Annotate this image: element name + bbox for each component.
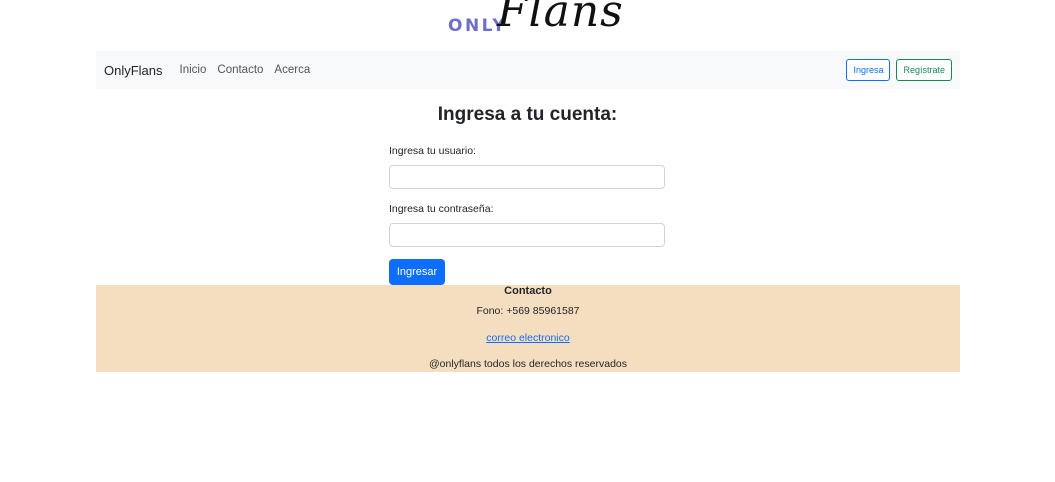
login-button[interactable]: Ingresa [846, 59, 891, 81]
footer-title: Contacto [504, 285, 552, 297]
footer: Contacto Fono: +569 85961587 correo elec… [96, 285, 960, 372]
password-label: Ingresa tu contraseña: [389, 203, 494, 215]
nav-link-contacto[interactable]: Contacto [217, 64, 263, 76]
navbar-brand[interactable]: OnlyFlans [104, 63, 163, 78]
username-label: Ingresa tu usuario: [389, 145, 476, 157]
username-input[interactable] [389, 165, 665, 189]
footer-copyright: @onlyflans todos los derechos reservados [428, 358, 627, 370]
footer-email-link[interactable]: correo electronico [486, 332, 569, 344]
login-title: Ingresa a tu cuenta: [437, 104, 618, 125]
nav-link-inicio[interactable]: Inicio [180, 64, 207, 76]
logo-main: Flans [497, 0, 624, 37]
submit-login-button[interactable]: Ingresar [389, 259, 445, 285]
password-input[interactable] [389, 223, 665, 247]
nav-link-acerca[interactable]: Acerca [274, 64, 310, 76]
navbar: OnlyFlans Inicio Contacto Acerca Ingresa… [96, 51, 960, 89]
register-button[interactable]: Regístrate [896, 59, 952, 81]
site-logo: ONLY Flans [0, 0, 1055, 46]
navbar-actions: Ingresa Regístrate [846, 59, 952, 81]
footer-email-wrapper: correo electronico [96, 332, 960, 344]
footer-phone: Fono: +569 85961587 [476, 305, 580, 317]
